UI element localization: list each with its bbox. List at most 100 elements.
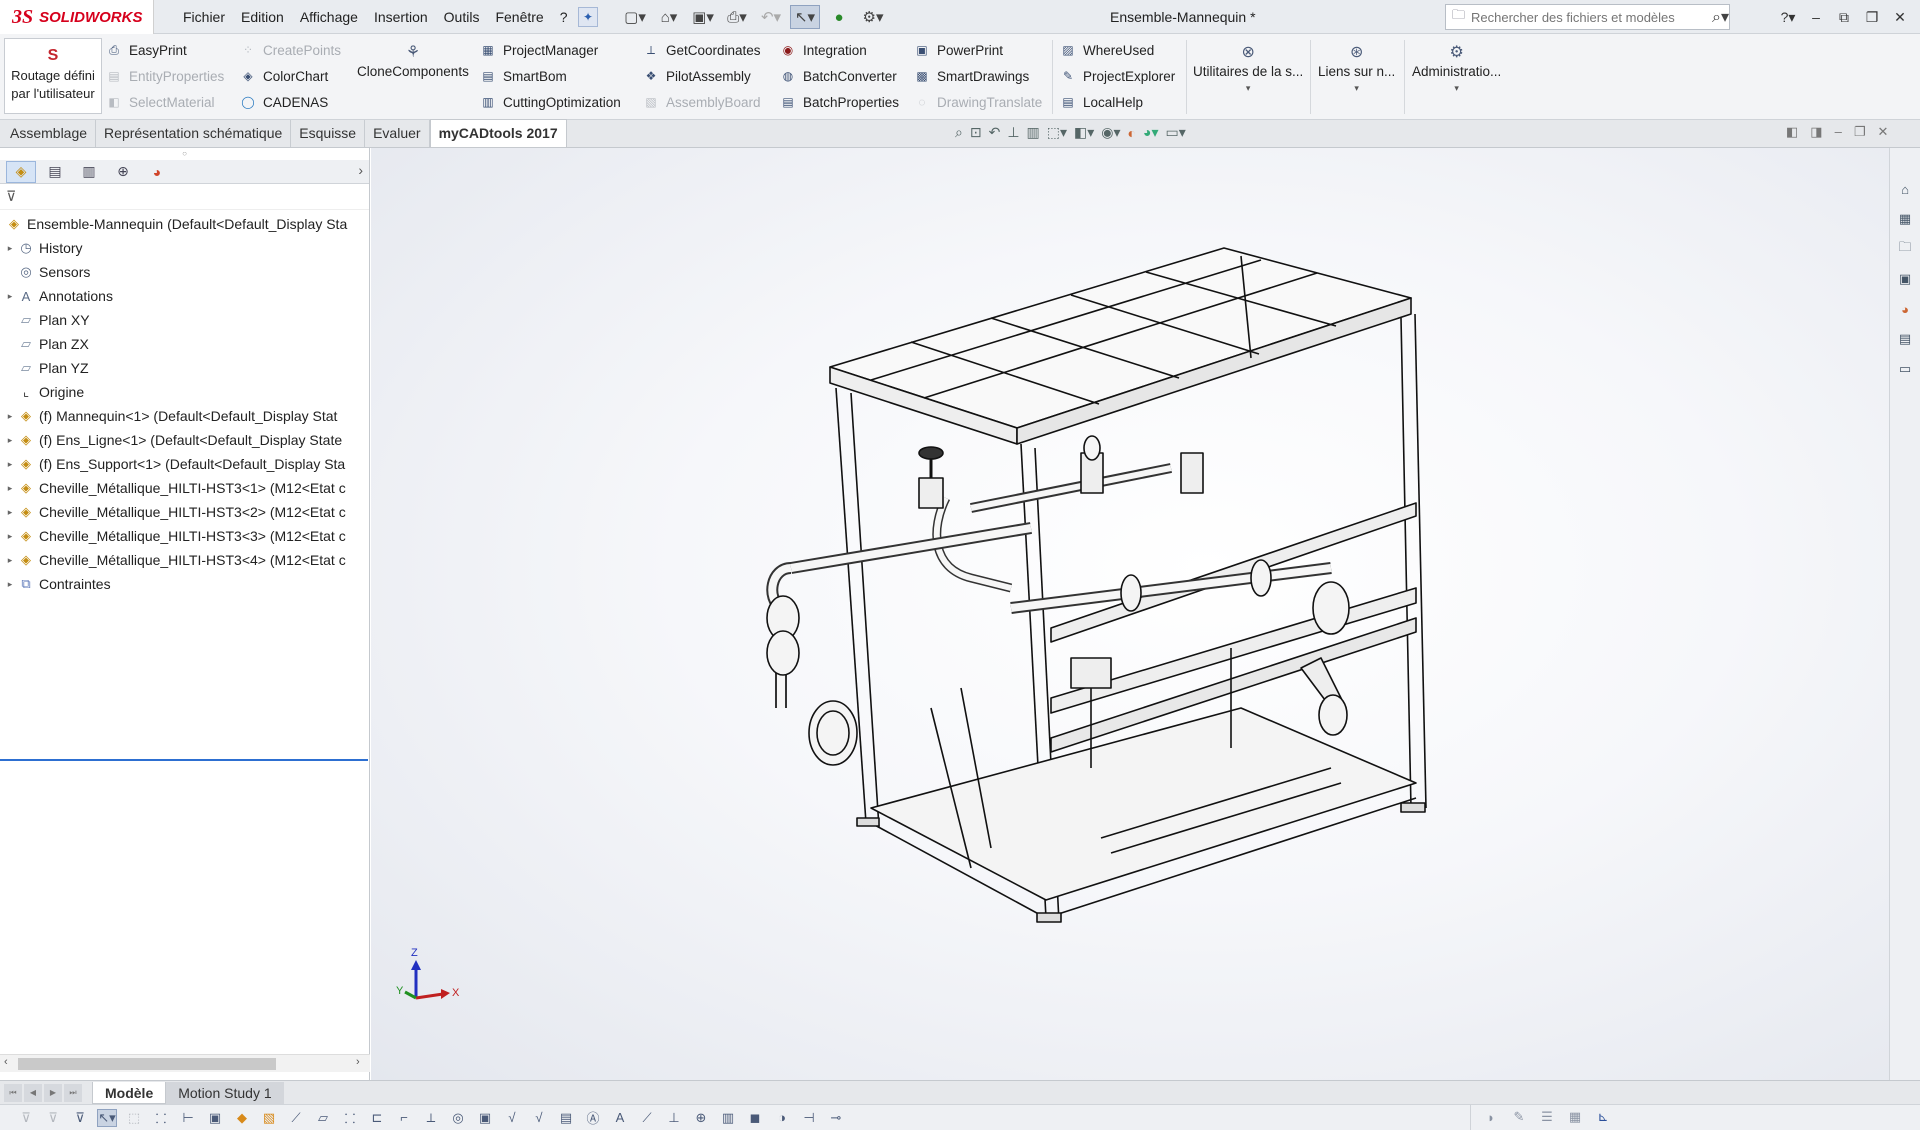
edit-appearance-icon[interactable]: ◐ [1128, 125, 1136, 141]
forum-icon[interactable]: ▭ [1894, 358, 1916, 380]
tab-evaluer[interactable]: Evaluer [365, 120, 430, 147]
tile-icon[interactable]: ⧉ [1834, 9, 1854, 26]
doc-minimize-icon[interactable]: – [1835, 124, 1842, 140]
magnifier-icon[interactable]: ⌕▾ [1712, 7, 1729, 27]
menu-fenetre[interactable]: Fenêtre [487, 9, 551, 25]
view-settings-icon[interactable]: ▭▾ [1165, 124, 1185, 141]
panel-grip[interactable]: ○ [0, 148, 369, 160]
batchconverter-button[interactable]: ◍ BatchConverter [780, 65, 899, 87]
doc-restore-icon[interactable]: ❐ [1854, 124, 1866, 140]
filter-vertices-icon[interactable]: ⸬ [151, 1109, 171, 1127]
filter-surface-finish-icon[interactable]: √ [502, 1110, 522, 1125]
filter-edit-icon[interactable]: ✎ [1509, 1109, 1529, 1125]
menu-affichage[interactable]: Affichage [292, 9, 366, 25]
expand-arrow-icon[interactable]: ▸ [4, 459, 16, 470]
horizontal-scrollbar[interactable]: ‹ › [0, 1054, 370, 1072]
zoom-fit-icon[interactable]: ⌕ [955, 124, 963, 141]
expand-arrow-icon[interactable]: ▸ [4, 507, 16, 518]
appearances-icon[interactable]: ◕ [1894, 298, 1916, 320]
filter-edges-icon[interactable]: ⊢ [178, 1110, 198, 1126]
scroll-left-icon[interactable]: ‹ [4, 1056, 8, 1068]
scenes-icon[interactable]: ◕▾ [1143, 124, 1158, 141]
search-input[interactable] [1471, 9, 1706, 25]
projectmanager-button[interactable]: ▦ ProjectManager [480, 39, 621, 61]
dimxpert-icon[interactable]: ⊕ [108, 161, 138, 183]
assemblyboard-button[interactable]: ▧ AssemblyBoard [643, 91, 761, 113]
filter-notes-icon[interactable]: ◎ [448, 1110, 468, 1126]
filter-clear-icon[interactable]: ⊽ [43, 1110, 63, 1126]
tree-node[interactable]: ▸ ◈ (f) Ens_Support<1> (Default<Default_Di… [0, 452, 369, 476]
dynamic-annotation-icon[interactable]: ▥ [1027, 124, 1040, 141]
help-question-icon[interactable]: ?▾ [1778, 9, 1798, 26]
save-icon[interactable]: ▣▾ [688, 5, 718, 29]
filter-faces-icon[interactable]: ▣ [205, 1110, 225, 1126]
expand-arrow-icon[interactable]: ▸ [4, 483, 16, 494]
filter-grid-icon[interactable]: ▦ [1565, 1109, 1585, 1125]
filter-sketch-segments-icon[interactable]: ⊏ [367, 1110, 387, 1126]
minimize-icon[interactable]: – [1806, 9, 1826, 25]
previous-view-icon[interactable]: ↶ [989, 124, 1001, 141]
expand-arrow-icon[interactable]: ▸ [4, 555, 16, 566]
tree-node[interactable]: ▸ ◈ Cheville_Métallique_HILTI-HST3<2> (M12… [0, 500, 369, 524]
scrollbar-thumb[interactable] [18, 1058, 276, 1070]
solidworks-logo[interactable]: 3S SOLIDWORKS [0, 0, 154, 34]
options-gear-icon[interactable]: ⚙▾ [858, 5, 888, 29]
clonecomponents-button[interactable]: ⚘ CloneComponents [357, 42, 469, 79]
tree-node[interactable]: ▸ ◈ (f) Mannequin<1> (Default<Default_Disp… [0, 404, 369, 428]
filter-all-icon[interactable]: ⊽ [70, 1110, 90, 1126]
section-view-icon[interactable]: ⊥ [1007, 124, 1019, 141]
zoom-area-icon[interactable]: ⊡ [970, 124, 982, 141]
expand-arrow-icon[interactable]: ▸ [4, 435, 16, 446]
restore-icon[interactable]: ❐ [1862, 9, 1882, 26]
menu-insertion[interactable]: Insertion [366, 9, 436, 25]
tree-node[interactable]: ◎ Sensors [0, 260, 369, 284]
open-icon[interactable]: ⌂▾ [654, 5, 684, 29]
utilitaires-button[interactable]: ⊗ Utilitaires de la s... ▾ [1193, 42, 1303, 94]
tree-node[interactable]: ▸ ⧉ Contraintes [0, 572, 369, 596]
featuremanager-tree-icon[interactable]: ◈ [6, 160, 36, 183]
expand-arrow-icon[interactable]: ▸ [4, 243, 16, 254]
tree-node[interactable]: ▸ ◈ Cheville_Métallique_HILTI-HST3<3> (M12… [0, 524, 369, 548]
filter-hole-table-icon[interactable]: ◼ [745, 1110, 765, 1126]
tab-motion-study-1[interactable]: Motion Study 1 [166, 1081, 284, 1104]
filter-blocks-icon[interactable]: ▥ [718, 1110, 738, 1126]
hide-show-icon[interactable]: ◉▾ [1101, 124, 1120, 141]
cuttingoptimization-button[interactable]: ▥ CuttingOptimization [480, 91, 620, 113]
tree-filter[interactable]: ⊽ [0, 184, 369, 210]
filter-axes-chart-icon[interactable]: ⊾ [1593, 1109, 1613, 1125]
last-tab-icon[interactable]: ⏭ [64, 1083, 82, 1102]
liens-button[interactable]: ⊛ Liens sur n... ▾ [1318, 42, 1395, 94]
tree-node[interactable]: ▸ ◈ Cheville_Métallique_HILTI-HST3<1> (M12… [0, 476, 369, 500]
design-library-icon[interactable]: ▦ [1894, 208, 1916, 230]
tree-node[interactable]: ◈ Ensemble-Mannequin (Default<Default_Dis… [0, 212, 369, 236]
chevron-right-icon[interactable]: › [358, 162, 363, 178]
filter-datum-icon[interactable]: ▤ [556, 1110, 576, 1126]
administration-button[interactable]: ⚙ Administratio... ▾ [1412, 42, 1501, 94]
filter-route-points-icon[interactable]: ⊸ [826, 1110, 846, 1126]
filter-list-icon[interactable]: ☰ [1537, 1109, 1557, 1125]
filter-text-icon[interactable]: A [610, 1110, 630, 1125]
print-icon[interactable]: ⎙▾ [722, 5, 752, 29]
tab-assemblage[interactable]: Assemblage [2, 120, 97, 147]
first-tab-icon[interactable]: ⏮ [4, 1083, 22, 1102]
colorchart-button[interactable]: ◈ ColorChart [240, 65, 341, 87]
createpoints-button[interactable]: ⁘ CreatePoints [240, 39, 341, 61]
tree-node[interactable]: ▱ Plan ZX [0, 332, 369, 356]
expand-arrow-icon[interactable]: ▸ [4, 531, 16, 542]
filter-center-mark-icon[interactable]: ⊕ [691, 1110, 711, 1126]
pilotassembly-button[interactable]: ❖ PilotAssembly [643, 65, 761, 87]
tree-node[interactable]: ▱ Plan YZ [0, 356, 369, 380]
tree-node[interactable]: ▸ ◈ Cheville_Métallique_HILTI-HST3<4> (M12… [0, 548, 369, 572]
tab-modele[interactable]: Modèle [92, 1081, 167, 1104]
box-select-icon[interactable]: ⬚ [124, 1110, 144, 1126]
view-palette-icon[interactable]: ▣ [1894, 268, 1916, 290]
menu-outils[interactable]: Outils [436, 9, 488, 25]
rebuild-icon[interactable]: ● [824, 5, 854, 29]
new-document-icon[interactable]: ▢▾ [620, 5, 650, 29]
menu-edition[interactable]: Edition [233, 9, 292, 25]
file-explorer-icon[interactable]: 🗀 [1894, 238, 1916, 260]
graphics-viewport[interactable]: Z X Y [371, 148, 1889, 1080]
tree-node[interactable]: ▱ Plan XY [0, 308, 369, 332]
filter-weld-icon[interactable]: √ [529, 1110, 549, 1125]
whereused-button[interactable]: ▨ WhereUsed [1060, 39, 1175, 61]
